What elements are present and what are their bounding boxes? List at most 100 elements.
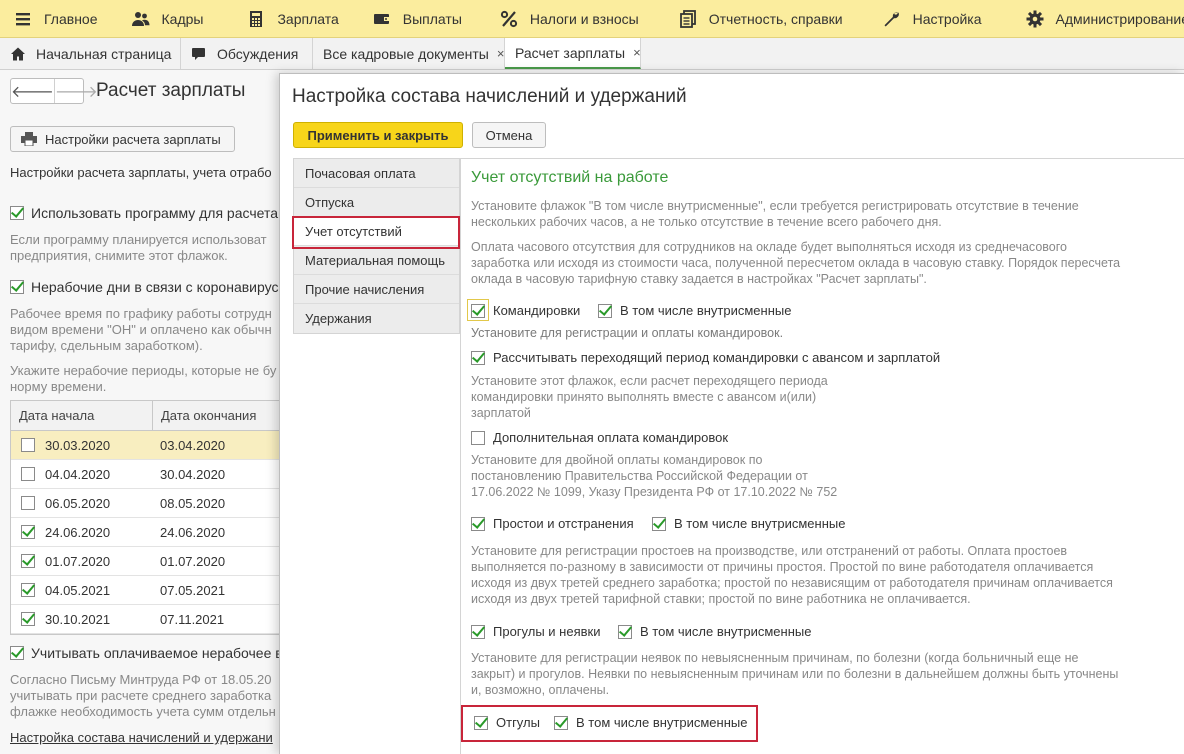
menu-item-label: Налоги и взносы [529, 10, 639, 27]
table-row[interactable]: 30.03.2020 03.04.2020 [11, 431, 281, 460]
home-icon [10, 46, 26, 62]
row-checkbox[interactable] [21, 612, 35, 626]
tab-all-hr-documents[interactable]: Все кадровые документы × [313, 38, 505, 69]
menu-item-settings[interactable]: Настройка [857, 0, 996, 38]
hint-line: флажке необходимость учета сумм отдельн [10, 704, 276, 719]
checkbox-label: В том числе внутрисменные [640, 624, 812, 639]
apply-and-close-button[interactable]: Применить и закрыть [293, 122, 463, 148]
start-date: 30.10.2021 [45, 611, 111, 627]
checkbox-checked[interactable] [471, 516, 485, 531]
hint-line: норму времени. [10, 379, 107, 394]
transition-period-checkbox[interactable]: Рассчитывать переходящий период командир… [471, 350, 940, 365]
nav-item-deductions[interactable]: Удержания [294, 304, 459, 333]
end-date: 07.11.2021 [160, 611, 225, 627]
menu-item-main[interactable]: Главное [0, 0, 112, 38]
salary-settings-button[interactable]: Настройки расчета зарплаты [10, 126, 235, 152]
checkbox-checked[interactable] [618, 624, 632, 639]
menu-item-salary[interactable]: Зарплата [217, 0, 352, 38]
end-date: 01.07.2020 [160, 553, 226, 569]
checkbox-checked[interactable] [471, 350, 485, 365]
business-trips-intrashift-checkbox[interactable]: В том числе внутрисменные [598, 303, 791, 318]
row-checkbox[interactable] [21, 554, 35, 568]
extra-trip-pay-checkbox[interactable]: Дополнительная оплата командировок [471, 430, 728, 445]
nav-item-absences[interactable]: Учет отсутствий [294, 217, 459, 246]
absences-settings-pane: Учет отсутствий на работе Установите фла… [460, 158, 1184, 754]
time-off-checkbox[interactable]: Отгулы [474, 715, 540, 730]
hint-line: 17.06.2022 № 1099, Указу Президента РФ о… [471, 485, 838, 499]
menu-item-label: Отчетность, справки [708, 10, 843, 27]
settings-sections-nav: Почасовая оплата Отпуска Учет отсутствий… [293, 158, 460, 334]
row-checkbox[interactable] [21, 525, 35, 539]
checkbox-label: Простои и отстранения [493, 516, 634, 531]
downtime-intrashift-checkbox[interactable]: В том числе внутрисменные [652, 516, 845, 531]
absenteeism-intrashift-checkbox[interactable]: В том числе внутрисменные [618, 624, 811, 639]
checkbox-label: Отгулы [496, 715, 540, 730]
hint-line: командировки принято выполнять вместе с … [471, 390, 817, 404]
row-checkbox[interactable] [21, 496, 35, 510]
button-label: Настройки расчета зарплаты [45, 131, 221, 147]
table-row[interactable]: 04.05.2021 07.05.2021 [11, 576, 281, 605]
tab-home[interactable]: Начальная страница [0, 38, 181, 69]
people-icon [131, 10, 150, 28]
accruals-settings-dialog: Настройка состава начислений и удержаний… [279, 73, 1184, 754]
row-checkbox[interactable] [21, 583, 35, 597]
end-date: 03.04.2020 [160, 437, 226, 453]
checkbox-checked[interactable] [474, 715, 488, 730]
column-header-end[interactable]: Дата окончания [152, 401, 272, 430]
accruals-settings-link[interactable]: Настройка состава начислений и удержани [10, 730, 273, 745]
absenteeism-checkbox[interactable]: Прогулы и неявки [471, 624, 600, 639]
table-header: Дата начала Дата окончания [11, 401, 281, 431]
back-button[interactable]: 🡐 [11, 79, 54, 103]
table-row[interactable]: 24.06.2020 24.06.2020 [11, 518, 281, 547]
tab-label: Все кадровые документы [323, 45, 489, 62]
paid-nonworking-checkbox[interactable]: Учитывать оплачиваемое нерабочее вр [10, 645, 290, 661]
close-icon[interactable]: × [633, 45, 641, 60]
column-header-start[interactable]: Дата начала [11, 401, 152, 430]
nonworking-days-checkbox[interactable]: Нерабочие дни в связи с коронавирусом [10, 279, 296, 295]
checkbox-unchecked[interactable] [471, 430, 485, 445]
menu-item-taxes[interactable]: Налоги и взносы [476, 0, 653, 38]
checkbox-label: Рассчитывать переходящий период командир… [493, 350, 941, 365]
tab-salary-calculation[interactable]: Расчет зарплаты × [505, 38, 641, 69]
row-checkbox[interactable] [21, 467, 35, 481]
menu-item-label: Кадры [161, 10, 204, 27]
table-row[interactable]: 30.10.2021 07.11.2021 [11, 605, 281, 634]
forward-button[interactable]: 🡒 [53, 79, 98, 103]
checkbox-checked[interactable] [471, 303, 485, 318]
nav-item-hourly-pay[interactable]: Почасовая оплата [294, 159, 459, 188]
checkbox-checked[interactable] [652, 516, 666, 531]
menu-item-reports[interactable]: Отчетность, справки [653, 0, 857, 38]
start-date: 30.03.2020 [45, 437, 111, 453]
tab-label: Обсуждения [217, 45, 299, 62]
menu-item-label: Администрирование [1055, 10, 1184, 27]
close-icon[interactable]: × [497, 46, 505, 61]
start-date: 06.05.2020 [45, 495, 111, 511]
row-checkbox[interactable] [21, 438, 35, 452]
page-title: Расчет зарплаты [96, 80, 246, 101]
nav-item-financial-aid[interactable]: Материальная помощь [294, 246, 459, 275]
table-row[interactable]: 06.05.2020 08.05.2020 [11, 489, 281, 518]
hint-line: видом времени "ОН" и оплачено как обычн [10, 322, 272, 337]
business-trips-checkbox[interactable]: Командировки [471, 303, 580, 318]
nav-item-vacations[interactable]: Отпуска [294, 188, 459, 217]
table-row[interactable]: 04.04.2020 30.04.2020 [11, 460, 281, 489]
checkbox-checked[interactable] [10, 280, 24, 294]
time-off-intrashift-checkbox[interactable]: В том числе внутрисменные [554, 715, 747, 730]
nav-item-other-accruals[interactable]: Прочие начисления [294, 275, 459, 304]
downtime-checkbox[interactable]: Простои и отстранения [471, 516, 634, 531]
hint-line: Установите для двойной оплаты командиров… [471, 453, 763, 467]
checkbox-checked[interactable] [598, 303, 612, 318]
checkbox-label: Нерабочие дни в связи с коронавирусом [31, 279, 297, 295]
checkbox-checked[interactable] [554, 715, 568, 730]
checkbox-checked[interactable] [471, 624, 485, 639]
use-program-checkbox[interactable]: Использовать программу для расчета за [10, 205, 296, 221]
tab-discussions[interactable]: Обсуждения [181, 38, 313, 69]
checkbox-checked[interactable] [10, 206, 24, 220]
checkbox-checked[interactable] [10, 646, 24, 660]
menu-item-administration[interactable]: Администрирование [996, 0, 1184, 38]
cancel-button[interactable]: Отмена [472, 122, 546, 148]
table-row[interactable]: 01.07.2020 01.07.2020 [11, 547, 281, 576]
menu-item-payments[interactable]: Выплаты [353, 0, 476, 38]
menu-item-hr[interactable]: Кадры [112, 0, 218, 38]
wrench-icon [883, 10, 901, 28]
